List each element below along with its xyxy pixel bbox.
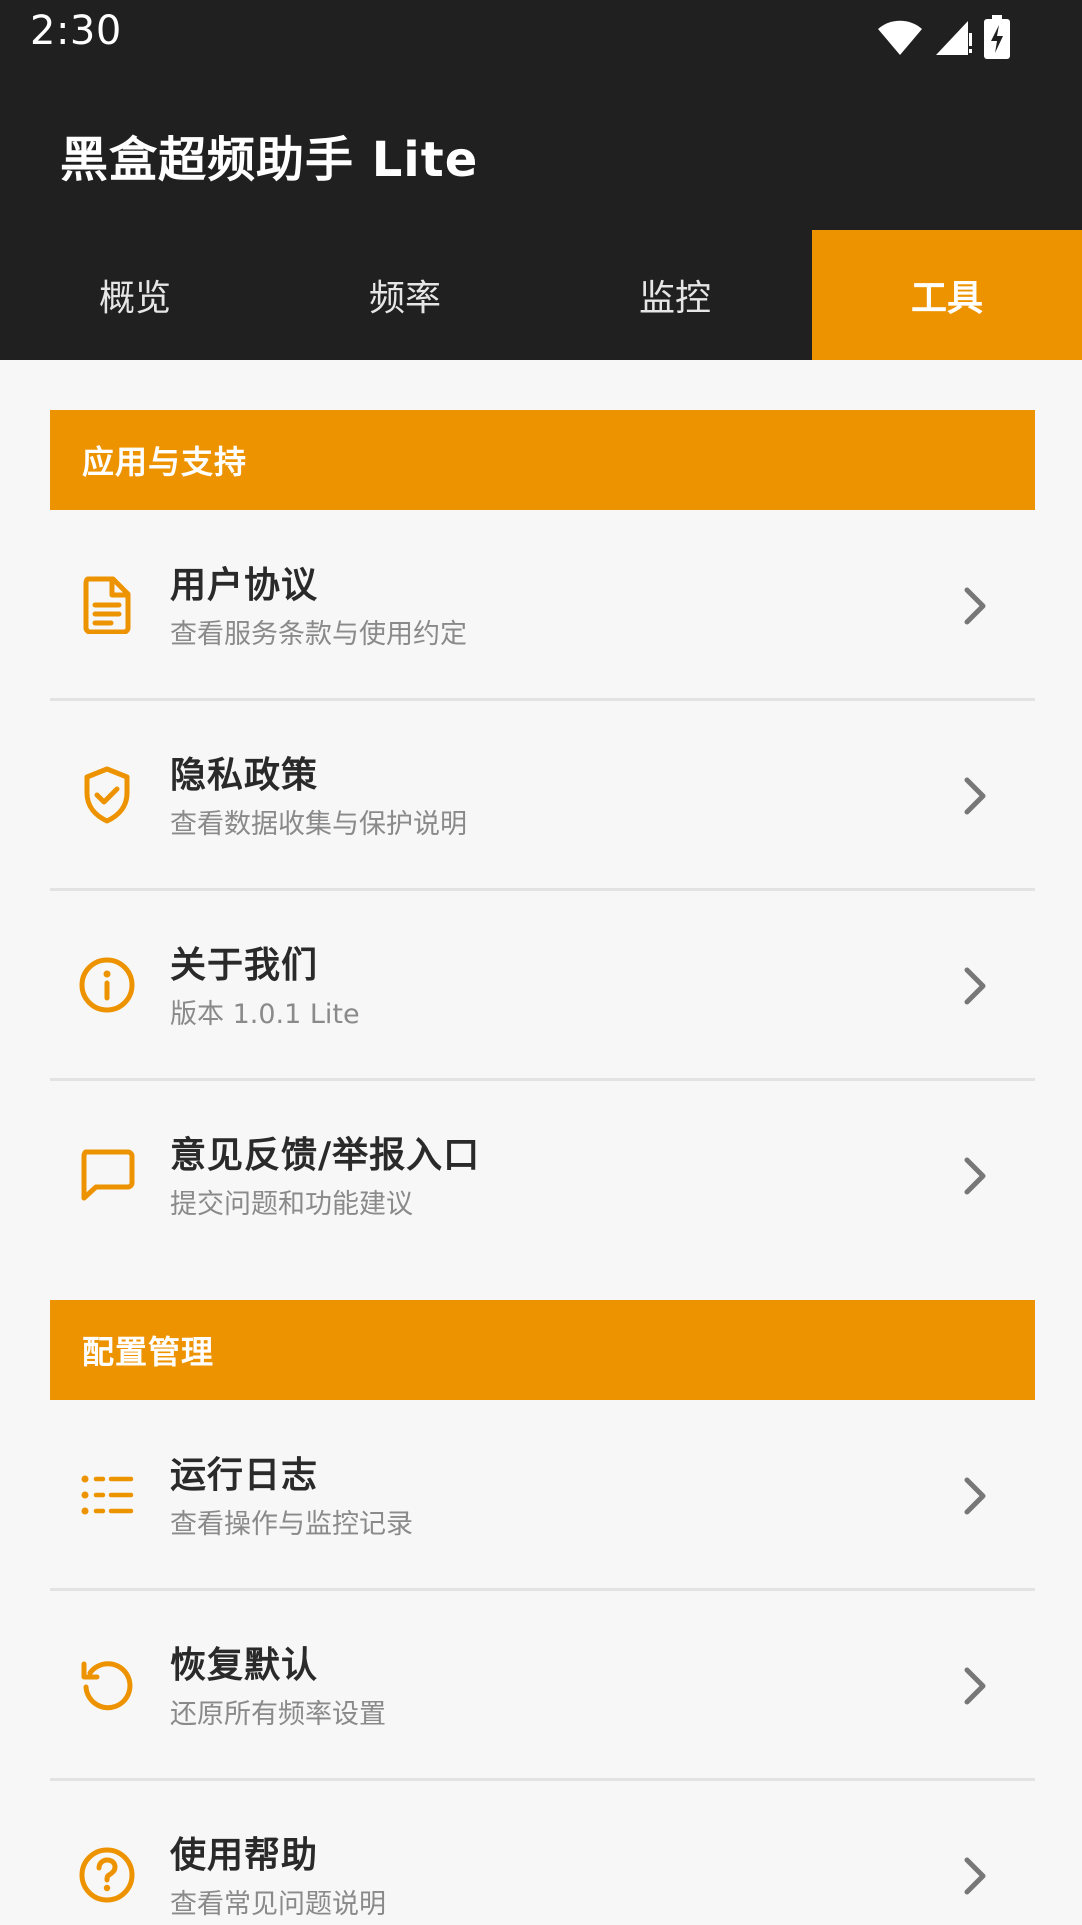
item-subtitle: 查看数据收集与保护说明 [170,809,467,840]
chevron-right-icon [955,774,995,818]
divider [50,888,1035,891]
status-bar: 2:30 [0,0,1082,72]
list-item-run-log[interactable]: 运行日志 查看操作与监控记录 [50,1402,1035,1590]
restore-icon [74,1652,140,1718]
chevron-right-icon [955,964,995,1008]
tab-frequency[interactable]: 频率 [270,230,540,360]
item-title: 隐私政策 [170,755,319,796]
cellular-signal-icon [934,17,974,57]
tab-bar: 概览 频率 监控 工具 [0,230,1082,360]
chevron-right-icon [955,1854,995,1898]
document-icon [74,572,140,638]
tab-overview[interactable]: 概览 [0,230,270,360]
list-item-privacy-policy[interactable]: 隐私政策 查看数据收集与保护说明 [50,702,1035,890]
list-item-user-agreement[interactable]: 用户协议 查看服务条款与使用约定 [50,512,1035,700]
item-subtitle: 提交问题和功能建议 [170,1189,413,1220]
chevron-right-icon [955,1664,995,1708]
item-title: 恢复默认 [170,1645,319,1686]
battery-charging-icon [984,15,1010,59]
app-title: 黑盒超频助手 Lite [60,132,479,188]
chevron-right-icon [955,584,995,628]
section-header-config-management: 配置管理 [50,1300,1035,1400]
item-title: 运行日志 [170,1455,319,1496]
chat-bubble-icon [74,1142,140,1208]
divider [50,698,1035,701]
wifi-icon [876,17,924,57]
divider [50,1778,1035,1781]
shield-check-icon [74,762,140,828]
status-icons [876,14,1010,60]
item-title: 使用帮助 [170,1835,319,1876]
chevron-right-icon [955,1154,995,1198]
item-subtitle: 查看操作与监控记录 [170,1509,413,1540]
item-subtitle: 版本 1.0.1 Lite [170,999,360,1030]
item-subtitle: 还原所有频率设置 [170,1699,386,1730]
tab-tools[interactable]: 工具 [812,230,1082,360]
item-subtitle: 查看服务条款与使用约定 [170,619,467,650]
list-item-restore-default[interactable]: 恢复默认 还原所有频率设置 [50,1592,1035,1780]
divider [50,1588,1035,1591]
status-time: 2:30 [30,8,122,54]
info-icon [74,952,140,1018]
section-header-app-support: 应用与支持 [50,410,1035,510]
help-icon [74,1842,140,1908]
list-item-feedback[interactable]: 意见反馈/举报入口 提交问题和功能建议 [50,1082,1035,1270]
item-title: 意见反馈/举报入口 [170,1135,481,1176]
list-icon [74,1462,140,1528]
item-title: 用户协议 [170,565,319,606]
list-item-help[interactable]: 使用帮助 查看常见问题说明 [50,1782,1035,1925]
divider [50,1078,1035,1081]
app-header: 2:30 黑盒超频助手 Lite 概览 频率 监控 工具 [0,0,1082,360]
item-title: 关于我们 [170,945,319,986]
chevron-right-icon [955,1474,995,1518]
app-screen: 2:30 黑盒超频助手 Lite 概览 频率 监控 工具 应用与支持 用户协议 … [0,0,1082,1925]
item-subtitle: 查看常见问题说明 [170,1889,386,1920]
list-item-about-us[interactable]: 关于我们 版本 1.0.1 Lite [50,892,1035,1080]
tab-monitor[interactable]: 监控 [540,230,810,360]
